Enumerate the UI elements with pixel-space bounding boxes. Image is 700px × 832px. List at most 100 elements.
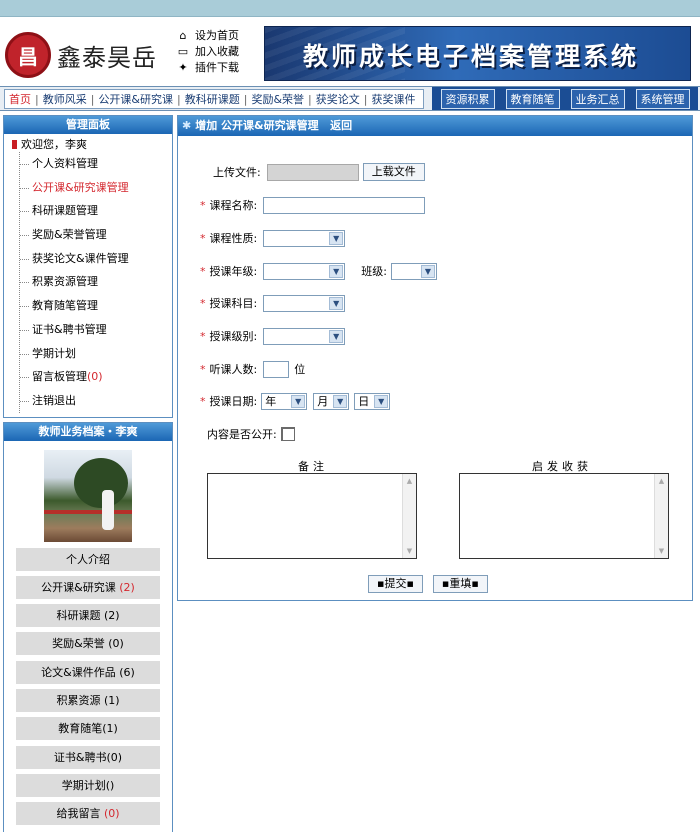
logo-text: 鑫泰昊岳: [57, 43, 157, 72]
user-icon: [12, 139, 17, 149]
subject-row: * 授课科目: ▼: [200, 293, 346, 313]
reset-button[interactable]: ▪重填▪: [432, 575, 488, 593]
nav-tools: 资源积累 教育随笔 业务汇总 系统管理: [432, 87, 698, 110]
archive-item-awards[interactable]: 奖励&荣誉 (0): [16, 632, 160, 656]
month-select[interactable]: 月 ▼: [313, 392, 350, 410]
level-select[interactable]: ▼: [263, 327, 346, 345]
plugin-icon: ✦: [178, 61, 188, 74]
audience-row: * 听课人数: 位: [200, 360, 306, 378]
grade-select[interactable]: ▼: [263, 262, 346, 280]
quick-link-favorite[interactable]: ▭ 加入收藏: [177, 44, 257, 60]
nav-item-research[interactable]: 教科研课题: [181, 91, 244, 107]
chevron-down-icon: ▼: [329, 296, 344, 310]
snowflake-icon: ✱: [182, 119, 192, 132]
back-link[interactable]: 返回: [330, 119, 352, 132]
avatar: [44, 449, 132, 542]
nav-item-teachers[interactable]: 教师风采: [39, 91, 91, 107]
navbar: 首页 | 教师风采 | 公开课&研究课 | 教科研课题 | 奖励&荣誉 | 获奖论文 | 获…: [0, 86, 700, 111]
chevron-down-icon: ▼: [329, 329, 344, 343]
welcome-text: 欢迎您，李爽: [10, 136, 172, 152]
home-icon: ⌂: [179, 29, 187, 42]
sidebar-item-papers[interactable]: 获奖论文&课件管理: [20, 247, 172, 271]
banner: 教师成长电子档案管理系统: [264, 26, 691, 81]
main-form-panel: ✱ 增加 公开课&研究课管理 返回 上传文件: 上载文件 * 课程名称: * 课程性质…: [177, 115, 693, 601]
sidebar-item-resources[interactable]: 积累资源管理: [20, 270, 172, 294]
sidebar-item-logout[interactable]: 注销退出: [20, 389, 172, 413]
nav-item-courseware[interactable]: 获奖课件: [367, 91, 419, 107]
archive-item-intro[interactable]: 个人介绍: [16, 547, 160, 571]
sidebar-item-essays[interactable]: 教育随笔管理: [20, 294, 172, 318]
header: 昌 鑫泰昊岳 ⌂ 设为首页 ▭ 加入收藏 ✦ 插件下载 教师成长电子档案管理系统: [0, 18, 700, 84]
nav-item-essays[interactable]: 教育随笔: [505, 88, 560, 109]
folder-icon: ▭: [177, 45, 189, 58]
course-name-row: * 课程名称:: [200, 195, 426, 215]
course-name-input[interactable]: [263, 196, 426, 214]
archive-panel-title: 教师业务档案・李爽: [4, 422, 172, 441]
archive-item-papers[interactable]: 论文&课件作品 (6): [16, 660, 160, 684]
grade-row: * 授课年级: ▼ 班级: ▼: [200, 261, 437, 281]
nav-item-open-class[interactable]: 公开课&研究课: [94, 91, 177, 107]
manage-panel-title: 管理面板: [4, 116, 172, 134]
logo-seal-icon: 昌: [5, 32, 51, 78]
chevron-down-icon: ▼: [420, 264, 435, 278]
sidebar-item-open-class[interactable]: 公开课&研究课管理: [20, 176, 172, 200]
archive-item-certificates[interactable]: 证书&聘书(0): [16, 745, 160, 769]
top-strip: [0, 0, 700, 17]
archive-list: 个人介绍 公开课&研究课 (2) 科研课题 (2) 奖励&荣誉 (0) 论文&课…: [4, 547, 172, 832]
public-checkbox[interactable]: [280, 427, 295, 441]
upload-row: 上传文件: 上载文件: [213, 162, 425, 182]
class-select[interactable]: ▼: [390, 262, 437, 280]
sidebar-item-certificates[interactable]: 证书&聘书管理: [20, 318, 172, 342]
chevron-down-icon: ▼: [333, 394, 348, 408]
manage-panel: 管理面板 欢迎您，李爽 个人资料管理 公开课&研究课管理 科研课题管理 奖励&荣…: [3, 115, 173, 418]
level-row: * 授课级别: ▼: [200, 326, 346, 346]
upload-button[interactable]: 上载文件: [362, 163, 425, 181]
sidebar-item-awards[interactable]: 奖励&荣誉管理: [20, 223, 172, 247]
sidebar: 管理面板 欢迎您，李爽 个人资料管理 公开课&研究课管理 科研课题管理 奖励&荣…: [3, 115, 173, 832]
remark-label: 备注: [298, 460, 328, 473]
inspire-textarea[interactable]: ▲ ▼: [459, 473, 669, 559]
sidebar-item-plan[interactable]: 学期计划: [20, 342, 172, 366]
sidebar-item-messages[interactable]: 留言板管理(0): [20, 365, 172, 389]
quick-links: ⌂ 设为首页 ▭ 加入收藏 ✦ 插件下载: [177, 28, 257, 76]
day-select[interactable]: 日 ▼: [354, 392, 391, 410]
nav-item-papers[interactable]: 获奖论文: [312, 91, 364, 107]
chevron-down-icon: ▼: [374, 394, 389, 408]
quick-link-home[interactable]: ⌂ 设为首页: [177, 28, 257, 44]
nav-item-summary[interactable]: 业务汇总: [570, 88, 625, 109]
sidebar-item-profile[interactable]: 个人资料管理: [20, 152, 172, 176]
public-row: 内容是否公开:: [207, 424, 295, 444]
archive-panel: 教师业务档案・李爽 个人介绍 公开课&研究课 (2) 科研课题 (2) 奖励&荣…: [3, 421, 173, 832]
scrollbar[interactable]: ▲ ▼: [654, 474, 668, 558]
year-select[interactable]: 年 ▼: [261, 392, 308, 410]
scrollbar[interactable]: ▲ ▼: [402, 474, 416, 558]
sidebar-item-research[interactable]: 科研课题管理: [20, 199, 172, 223]
audience-input[interactable]: [263, 360, 290, 378]
course-type-row: * 课程性质: ▼: [200, 228, 346, 248]
archive-item-plan[interactable]: 学期计划(): [16, 773, 160, 797]
date-row: * 授课日期: 年 ▼ 月 ▼ 日 ▼: [200, 391, 391, 411]
course-type-select[interactable]: ▼: [263, 229, 346, 247]
chevron-down-icon: ▼: [291, 394, 306, 408]
nav-item-resources[interactable]: 资源积累: [440, 88, 495, 109]
archive-item-essays[interactable]: 教育随笔(1): [16, 717, 160, 741]
archive-item-open-class[interactable]: 公开课&研究课 (2): [16, 575, 160, 599]
chevron-down-icon: ▼: [329, 264, 344, 278]
nav-item-awards[interactable]: 奖励&荣誉: [247, 91, 308, 107]
archive-item-research[interactable]: 科研课题 (2): [16, 604, 160, 628]
nav-item-home[interactable]: 首页: [5, 91, 35, 107]
nav-main: 首页 | 教师风采 | 公开课&研究课 | 教科研课题 | 奖励&荣誉 | 获奖论文 | 获…: [4, 89, 424, 109]
upload-file-input[interactable]: [266, 163, 359, 181]
archive-item-message[interactable]: 给我留言 (0): [16, 802, 160, 826]
chevron-down-icon: ▼: [329, 231, 344, 245]
nav-item-system[interactable]: 系统管理: [635, 88, 690, 109]
subject-select[interactable]: ▼: [263, 294, 346, 312]
quick-link-plugin[interactable]: ✦ 插件下载: [177, 60, 257, 76]
logo: 昌 鑫泰昊岳: [5, 32, 165, 78]
manage-tree: 个人资料管理 公开课&研究课管理 科研课题管理 奖励&荣誉管理 获奖论文&课件管…: [19, 152, 172, 413]
inspire-label: 启发收获: [532, 460, 592, 473]
form-header: ✱ 增加 公开课&研究课管理 返回: [178, 116, 692, 136]
remark-textarea[interactable]: ▲ ▼: [207, 473, 417, 559]
submit-button[interactable]: ▪提交▪: [368, 575, 423, 593]
archive-item-resources[interactable]: 积累资源 (1): [16, 689, 160, 713]
